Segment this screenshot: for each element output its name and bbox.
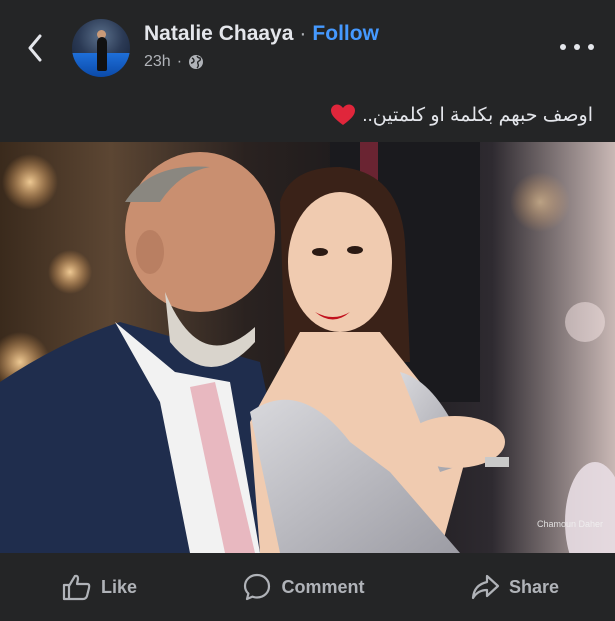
globe-icon (189, 55, 204, 69)
more-dot-icon (574, 44, 580, 50)
more-dot-icon (588, 44, 594, 50)
author-row: Natalie Chaaya · Follow (144, 22, 379, 46)
caption-text: اوصف حبهم بكلمة او كلمتين.. (362, 104, 593, 126)
comment-bubble-icon (244, 573, 271, 601)
share-label: Share (508, 576, 559, 597)
post-timestamp[interactable]: 23h (144, 53, 171, 71)
more-options-button[interactable] (560, 36, 594, 58)
like-label: Like (101, 576, 138, 597)
photo-illustration (0, 142, 615, 553)
more-dot-icon (560, 44, 566, 50)
photo-watermark: Chamoun Daher (536, 519, 603, 529)
post-photo[interactable]: Chamoun Daher (0, 142, 615, 553)
post-caption: اوصف حبهم بكلمة او كلمتين.. (330, 103, 593, 127)
avatar-figure (97, 37, 107, 71)
meta-separator: · (176, 53, 183, 70)
heart-icon (331, 104, 356, 125)
comment-label: Comment (281, 576, 365, 597)
like-button[interactable]: Like (62, 573, 137, 601)
comment-button[interactable]: Comment (242, 572, 365, 602)
author-avatar[interactable] (72, 19, 130, 77)
post-action-bar: Like Comment Share (0, 553, 615, 621)
back-button[interactable] (20, 28, 50, 68)
share-button[interactable]: Share (470, 573, 559, 601)
follow-button[interactable]: Follow (312, 22, 379, 46)
name-separator: · (299, 22, 307, 45)
thumbs-up-icon (62, 574, 91, 601)
author-name[interactable]: Natalie Chaaya (144, 22, 293, 46)
chevron-left-icon (28, 34, 42, 62)
share-arrow-icon (471, 574, 500, 600)
post-meta: 23h · (144, 53, 204, 71)
post-header: Natalie Chaaya · Follow 23h · (0, 0, 615, 95)
